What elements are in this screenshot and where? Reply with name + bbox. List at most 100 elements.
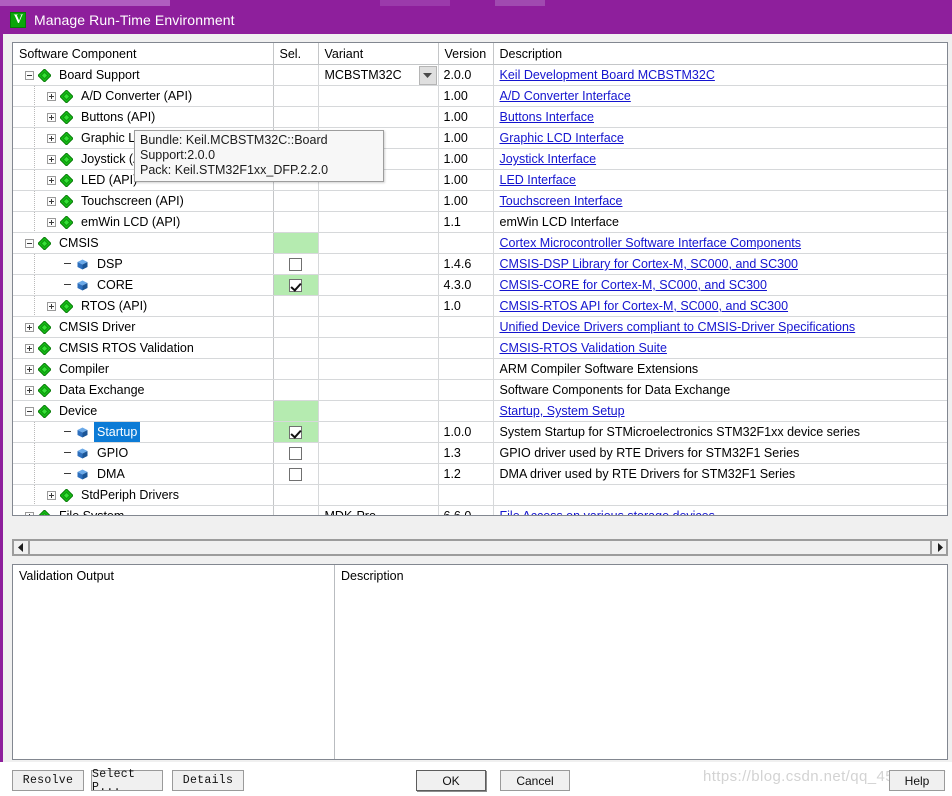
description-cell[interactable]: Unified Device Drivers compliant to CMSI…: [493, 316, 947, 338]
description-link[interactable]: Unified Device Drivers compliant to CMSI…: [500, 320, 856, 334]
description-cell[interactable]: Graphic LCD Interface: [493, 127, 947, 149]
expand-icon[interactable]: [47, 217, 56, 227]
selection-cell[interactable]: [273, 421, 319, 443]
collapse-icon[interactable]: [25, 238, 34, 248]
column-header-version[interactable]: Version: [438, 43, 494, 65]
select-checkbox[interactable]: [289, 426, 302, 440]
component-name-cell[interactable]: Board Support: [13, 64, 274, 86]
description-link[interactable]: Cortex Microcontroller Software Interfac…: [500, 236, 802, 250]
selection-cell[interactable]: [273, 274, 319, 296]
description-link[interactable]: Startup, System Setup: [500, 404, 625, 418]
expand-icon[interactable]: [47, 490, 56, 500]
description-cell[interactable]: Keil Development Board MCBSTM32C: [493, 64, 947, 86]
component-name-cell[interactable]: Touchscreen (API): [13, 190, 274, 212]
expand-icon[interactable]: [47, 175, 56, 185]
scroll-left-arrow-icon[interactable]: [13, 540, 29, 555]
description-cell[interactable]: CMSIS-CORE for Cortex-M, SC000, and SC30…: [493, 274, 947, 296]
table-row[interactable]: Board Support MCBSTM32C 2.0.0 Keil Developm…: [13, 64, 947, 86]
component-name-cell[interactable]: Compiler: [13, 358, 274, 380]
table-row[interactable]: DMA 1.2 DMA driver used by RTE Drivers for…: [13, 463, 947, 485]
table-row[interactable]: CMSIS RTOS Validation CMSIS-RTOS Validati…: [13, 337, 947, 359]
table-row[interactable]: CORE 4.3.0 CMSIS-CORE for Cortex-M, SC000,…: [13, 274, 947, 296]
selection-cell[interactable]: [273, 442, 319, 464]
column-header-description[interactable]: Description: [493, 43, 947, 65]
component-name-cell[interactable]: Device: [13, 400, 274, 422]
variant-cell[interactable]: MDK-Pro: [318, 505, 439, 515]
component-name-cell[interactable]: GPIO: [13, 442, 274, 464]
component-name-cell[interactable]: DMA: [13, 463, 274, 485]
collapse-icon[interactable]: [25, 406, 34, 416]
description-link[interactable]: File Access on various storage devices: [500, 509, 715, 515]
cancel-button[interactable]: Cancel: [500, 770, 570, 791]
expand-icon[interactable]: [47, 301, 56, 311]
description-cell[interactable]: Touchscreen Interface: [493, 190, 947, 212]
description-link[interactable]: A/D Converter Interface: [500, 89, 631, 103]
select-checkbox[interactable]: [289, 258, 302, 272]
table-row[interactable]: File System MDK-Pro 6.6.0 File Access on va…: [13, 505, 947, 515]
grid-horizontal-scrollbar[interactable]: [12, 539, 948, 556]
ok-button[interactable]: OK: [416, 770, 486, 791]
description-cell[interactable]: A/D Converter Interface: [493, 85, 947, 107]
table-row[interactable]: CMSIS Driver Unified Device Drivers compl…: [13, 316, 947, 338]
description-cell[interactable]: Joystick Interface: [493, 148, 947, 170]
table-row[interactable]: StdPeriph Drivers: [13, 484, 947, 506]
description-cell[interactable]: Startup, System Setup: [493, 400, 947, 422]
expand-icon[interactable]: [25, 343, 34, 353]
component-name-cell[interactable]: DSP: [13, 253, 274, 275]
table-row[interactable]: Compiler ARM Compiler Software Extensions: [13, 358, 947, 380]
description-cell[interactable]: File Access on various storage devices: [493, 505, 947, 515]
scrollbar-track[interactable]: [29, 540, 931, 555]
component-name-cell[interactable]: Buttons (API): [13, 106, 274, 128]
table-row[interactable]: Touchscreen (API) 1.00 Touchscreen Interfa…: [13, 190, 947, 212]
component-name-cell[interactable]: emWin LCD (API): [13, 211, 274, 233]
table-row[interactable]: Device Startup, System Setup: [13, 400, 947, 422]
description-cell[interactable]: CMSIS-RTOS Validation Suite: [493, 337, 947, 359]
component-name-cell[interactable]: File System: [13, 505, 274, 515]
component-name-cell[interactable]: CMSIS: [13, 232, 274, 254]
table-row[interactable]: Buttons (API) 1.00 Buttons Interface: [13, 106, 947, 128]
expand-icon[interactable]: [25, 322, 34, 332]
scroll-right-arrow-icon[interactable]: [931, 540, 947, 555]
help-button[interactable]: Help: [889, 770, 945, 791]
expand-icon[interactable]: [25, 364, 34, 374]
description-cell[interactable]: Cortex Microcontroller Software Interfac…: [493, 232, 947, 254]
description-link[interactable]: Keil Development Board MCBSTM32C: [500, 68, 715, 82]
description-cell[interactable]: LED Interface: [493, 169, 947, 191]
expand-icon[interactable]: [47, 154, 56, 164]
description-cell[interactable]: CMSIS-RTOS API for Cortex-M, SC000, and …: [493, 295, 947, 317]
table-row[interactable]: DSP 1.4.6 CMSIS-DSP Library for Cortex-M, …: [13, 253, 947, 275]
description-link[interactable]: CMSIS-RTOS API for Cortex-M, SC000, and …: [500, 299, 789, 313]
component-name-cell[interactable]: Startup: [13, 421, 274, 443]
table-row[interactable]: Data Exchange Software Components for Dat…: [13, 379, 947, 401]
description-link[interactable]: LED Interface: [500, 173, 576, 187]
description-link[interactable]: Graphic LCD Interface: [500, 131, 624, 145]
component-name-cell[interactable]: CORE: [13, 274, 274, 296]
variant-cell[interactable]: MCBSTM32C: [318, 64, 439, 86]
details-button[interactable]: Details: [172, 770, 244, 791]
description-link[interactable]: Buttons Interface: [500, 110, 595, 124]
expand-icon[interactable]: [47, 196, 56, 206]
column-header-variant[interactable]: Variant: [318, 43, 439, 65]
component-name-cell[interactable]: CMSIS Driver: [13, 316, 274, 338]
chevron-down-icon[interactable]: [418, 65, 437, 85]
expand-icon[interactable]: [47, 133, 56, 143]
validation-output-pane[interactable]: Validation Output: [13, 565, 335, 759]
select-packs-button[interactable]: Select P...: [91, 768, 163, 794]
column-header-software-component[interactable]: Software Component: [13, 43, 274, 65]
component-name-cell[interactable]: Data Exchange: [13, 379, 274, 401]
component-name-cell[interactable]: RTOS (API): [13, 295, 274, 317]
select-checkbox[interactable]: [289, 468, 302, 482]
component-name-cell[interactable]: CMSIS RTOS Validation: [13, 337, 274, 359]
select-checkbox[interactable]: [289, 447, 302, 461]
expand-icon[interactable]: [47, 112, 56, 122]
software-component-grid[interactable]: Software Component Sel. Variant Version …: [12, 42, 948, 516]
select-checkbox[interactable]: [289, 279, 302, 293]
description-cell[interactable]: CMSIS-DSP Library for Cortex-M, SC000, a…: [493, 253, 947, 275]
description-link[interactable]: CMSIS-RTOS Validation Suite: [500, 341, 667, 355]
description-link[interactable]: Joystick Interface: [500, 152, 597, 166]
column-header-sel[interactable]: Sel.: [273, 43, 319, 65]
table-row[interactable]: Startup 1.0.0 System Startup for STMicroel…: [13, 421, 947, 443]
expand-icon[interactable]: [25, 511, 34, 515]
table-row[interactable]: emWin LCD (API) 1.1 emWin LCD Interface: [13, 211, 947, 233]
component-name-cell[interactable]: StdPeriph Drivers: [13, 484, 274, 506]
